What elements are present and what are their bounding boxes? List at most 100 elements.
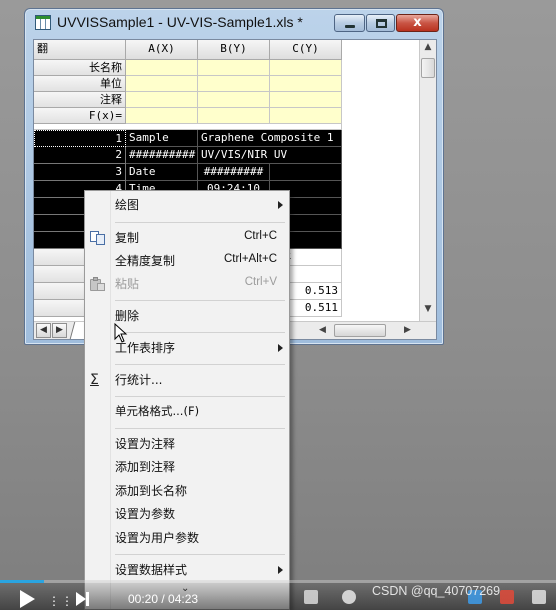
csdn-watermark: CSDN @qq_40707269 — [372, 584, 501, 598]
row-label-comments[interactable]: 注释 — [34, 92, 126, 108]
scroll-up-icon[interactable]: ▲ — [420, 42, 436, 52]
cell-a3[interactable]: Date — [126, 164, 198, 181]
sheet-next-icon[interactable]: ▶ — [52, 323, 67, 338]
menu-item-add-to-comments[interactable]: 添加到注释 — [85, 456, 289, 478]
menu-item-label: 全精度复制 — [115, 254, 176, 268]
meta-cell[interactable] — [198, 92, 270, 108]
scroll-down-icon[interactable]: ▼ — [420, 304, 436, 314]
scroll-left-icon[interactable]: ◀ — [319, 322, 326, 339]
column-header-c[interactable]: C(Y) — [270, 40, 342, 60]
context-menu[interactable]: 绘图 复制 Ctrl+C 全精度复制 Ctrl+Alt+C 粘贴 Ctrl+V … — [84, 190, 290, 610]
submenu-arrow-icon — [278, 344, 283, 352]
paste-icon — [90, 277, 106, 291]
menu-item-set-data-style[interactable]: 设置数据样式 — [85, 559, 289, 581]
maximize-icon — [376, 19, 387, 28]
meta-cell[interactable] — [198, 108, 270, 124]
meta-cell[interactable] — [126, 108, 198, 124]
sigma-icon: Σ — [90, 372, 99, 388]
next-icon[interactable] — [76, 592, 89, 606]
scroll-right-icon[interactable]: ▶ — [404, 322, 411, 339]
minimize-icon — [345, 25, 355, 28]
menu-item-paste[interactable]: 粘贴 Ctrl+V — [85, 273, 289, 295]
play-icon[interactable] — [20, 590, 35, 608]
menu-separator — [115, 428, 285, 429]
meta-cell[interactable] — [270, 92, 342, 108]
worksheet-icon — [35, 15, 51, 30]
menu-item-set-as-user-parameter[interactable]: 设置为用户参数 — [85, 527, 289, 549]
close-icon: x — [413, 15, 422, 30]
menu-separator — [115, 300, 285, 301]
grid-corner[interactable]: 翻 — [34, 40, 126, 60]
column-header-b[interactable]: B(Y) — [198, 40, 270, 60]
taskbar-app-icon[interactable] — [532, 590, 546, 604]
maximize-button[interactable] — [366, 14, 395, 32]
row-label-units[interactable]: 单位 — [34, 76, 126, 92]
menu-item-add-to-long-name[interactable]: 添加到长名称 — [85, 480, 289, 502]
meta-cell[interactable] — [198, 76, 270, 92]
cell-c3[interactable] — [270, 164, 342, 181]
menu-item-label: 添加到长名称 — [115, 484, 188, 498]
meta-cell[interactable] — [126, 76, 198, 92]
cell-b3[interactable]: ######### — [198, 164, 270, 181]
menu-item-cell-format[interactable]: 单元格格式...(F) — [85, 401, 289, 423]
vertical-scrollbar[interactable]: ▲ ▼ — [419, 40, 436, 322]
mouse-pointer-icon — [114, 322, 128, 343]
video-progress-fill — [0, 580, 44, 583]
menu-item-label: 绘图 — [115, 198, 140, 212]
meta-cell[interactable] — [270, 108, 342, 124]
menu-separator — [115, 332, 285, 333]
video-player-bar[interactable]: ⋮⋮ 00:20 / 04:23 CSDN @qq_40707269 — [0, 580, 556, 610]
column-header-a[interactable]: A(X) — [126, 40, 198, 60]
menu-item-label: 设置为参数 — [115, 507, 176, 521]
sheet-prev-icon[interactable]: ◀ — [36, 323, 51, 338]
minimize-button[interactable] — [334, 14, 365, 32]
meta-cell[interactable] — [270, 60, 342, 76]
vertical-scroll-thumb[interactable] — [421, 58, 435, 78]
menu-separator — [115, 222, 285, 223]
horizontal-scroll-thumb[interactable] — [334, 324, 386, 337]
menu-item-plot[interactable]: 绘图 — [85, 194, 289, 216]
menu-item-label: 粘贴 — [115, 277, 140, 291]
menu-separator — [115, 554, 285, 555]
close-button[interactable]: x — [396, 14, 439, 32]
submenu-arrow-icon — [278, 201, 283, 209]
meta-cell[interactable] — [198, 60, 270, 76]
taskbar-app-icon[interactable] — [500, 590, 514, 604]
submenu-arrow-icon — [278, 566, 283, 574]
row-header-2[interactable]: 2 — [34, 147, 126, 164]
copy-icon — [90, 231, 106, 245]
menu-separator — [115, 396, 285, 397]
row-label-long-name[interactable]: 长名称 — [34, 60, 126, 76]
menu-item-label: 复制 — [115, 231, 140, 245]
video-time: 00:20 / 04:23 — [128, 592, 199, 606]
menu-item-label: 行统计... — [115, 373, 163, 387]
menu-item-label: 设置为注释 — [115, 437, 176, 451]
menu-item-shortcut: Ctrl+Alt+C — [223, 253, 277, 265]
menu-item-row-statistics[interactable]: Σ 行统计... — [85, 369, 289, 391]
cell-b1[interactable]: Graphene Composite 1 — [198, 130, 342, 147]
row-header-1[interactable]: 1 — [34, 130, 126, 147]
video-progress-bar[interactable] — [0, 580, 556, 583]
menu-item-label: 添加到注释 — [115, 460, 176, 474]
row-label-formula[interactable]: F(x)= — [34, 108, 126, 124]
taskbar-app-icon[interactable] — [304, 590, 318, 604]
window-titlebar[interactable]: UVVISSample1 - UV-VIS-Sample1.xls * x — [25, 9, 443, 37]
meta-cell[interactable] — [126, 60, 198, 76]
menu-item-shortcut: Ctrl+C — [244, 230, 277, 242]
meta-cell[interactable] — [126, 92, 198, 108]
taskbar-app-icon[interactable] — [342, 590, 356, 604]
menu-item-full-precision-copy[interactable]: 全精度复制 Ctrl+Alt+C — [85, 250, 289, 272]
cell-a2[interactable]: ########## — [126, 147, 198, 164]
meta-cell[interactable] — [270, 76, 342, 92]
playlist-icon[interactable]: ⋮⋮ — [48, 594, 74, 608]
menu-item-set-as-parameter[interactable]: 设置为参数 — [85, 503, 289, 525]
menu-item-set-as-comments[interactable]: 设置为注释 — [85, 433, 289, 455]
row-header-3[interactable]: 3 — [34, 164, 126, 181]
menu-item-copy[interactable]: 复制 Ctrl+C — [85, 227, 289, 249]
menu-item-label: 设置数据样式 — [115, 563, 188, 577]
cell-a1[interactable]: Sample — [126, 130, 198, 147]
menu-item-label: 删除 — [115, 309, 140, 323]
window-title: UVVISSample1 - UV-VIS-Sample1.xls * — [57, 14, 303, 30]
cell-b2[interactable]: UV/VIS/NIR UV — [198, 147, 342, 164]
menu-item-label: 单元格格式...(F) — [115, 404, 200, 418]
